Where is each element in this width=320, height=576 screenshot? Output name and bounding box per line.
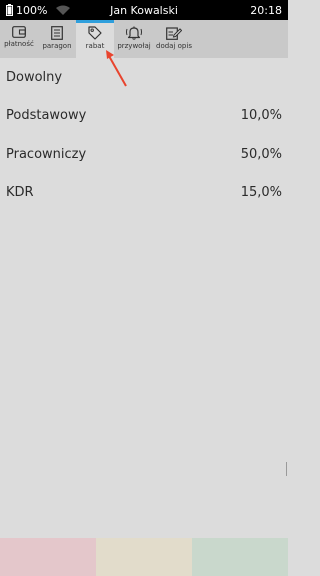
toolbar: płatność paragon rabat przywołaj dodaj o… <box>0 20 288 58</box>
bottom-button-middle[interactable] <box>96 538 192 576</box>
receipt-icon <box>51 26 63 40</box>
tab-add-description[interactable]: dodaj opis <box>154 20 194 58</box>
status-bar: 100% Jan Kowalski 20:18 <box>0 0 288 20</box>
tab-add-description-label: dodaj opis <box>156 42 192 50</box>
discount-row-dowolny[interactable]: Dowolny <box>0 58 288 97</box>
battery-percent: 100% <box>16 3 48 17</box>
bell-icon <box>126 26 142 40</box>
bottom-action-bar <box>0 538 288 576</box>
discount-name: Dowolny <box>6 69 63 85</box>
tab-payment-label: płatność <box>4 40 34 48</box>
discount-list: Dowolny Podstawowy 10,0% Pracowniczy 50,… <box>0 58 288 212</box>
tab-receipt-label: paragon <box>42 42 72 50</box>
discount-name: Podstawowy <box>6 108 87 124</box>
discount-row-kdr[interactable]: KDR 15,0% <box>0 174 288 213</box>
discount-row-pracowniczy[interactable]: Pracowniczy 50,0% <box>0 135 288 174</box>
battery-icon <box>6 4 13 16</box>
discount-name: KDR <box>6 185 34 201</box>
discount-value: 10,0% <box>240 108 282 124</box>
tab-payment[interactable]: płatność <box>0 20 38 58</box>
status-left: 100% <box>6 4 96 17</box>
tab-receipt[interactable]: paragon <box>38 20 76 58</box>
wifi-icon <box>56 5 71 15</box>
bottom-button-right[interactable] <box>192 538 288 576</box>
discount-name: Pracowniczy <box>6 146 87 162</box>
discount-value: 15,0% <box>240 185 282 201</box>
status-time: 20:18 <box>250 3 282 17</box>
discount-row-podstawowy[interactable]: Podstawowy 10,0% <box>0 97 288 136</box>
tag-icon <box>88 26 102 40</box>
status-user-name: Jan Kowalski <box>110 3 178 17</box>
bottom-button-left[interactable] <box>0 538 96 576</box>
edit-note-icon <box>166 26 182 40</box>
wallet-icon <box>12 26 26 38</box>
scroll-indicator[interactable] <box>286 462 287 476</box>
discount-value: 50,0% <box>240 146 282 162</box>
